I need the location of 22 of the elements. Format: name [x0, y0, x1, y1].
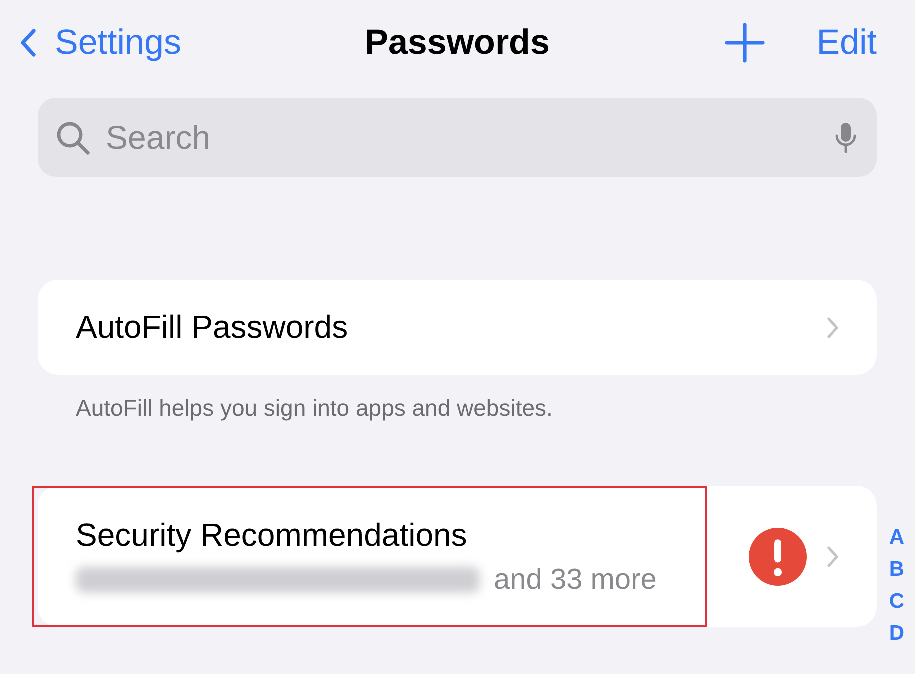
plus-icon: [724, 23, 765, 63]
page-title: Passwords: [365, 23, 550, 63]
search-icon: [56, 120, 90, 154]
back-button[interactable]: Settings: [20, 23, 182, 63]
microphone-icon: [835, 122, 857, 153]
row-title: AutoFill Passwords: [76, 309, 350, 346]
chevron-right-icon: [827, 546, 839, 568]
edit-button[interactable]: Edit: [816, 23, 877, 63]
chevron-left-icon: [20, 29, 37, 57]
list-row[interactable]: AutoFill Passwords: [38, 280, 877, 375]
add-button[interactable]: [724, 23, 765, 63]
search-field[interactable]: Search: [104, 118, 821, 158]
row-title: Security Recommendations: [76, 516, 468, 554]
index-letter[interactable]: C: [887, 586, 907, 618]
row-subtitle: and 33 more: [494, 564, 657, 596]
index-letter[interactable]: B: [887, 554, 907, 586]
section-footer: AutoFill helps you sign into apps and websites.: [76, 395, 877, 422]
index-letter[interactable]: A: [887, 522, 907, 554]
list-row[interactable]: Security Recommendations and 33 more: [38, 486, 877, 627]
index-letter[interactable]: D: [887, 618, 907, 650]
search-bar[interactable]: Search: [38, 98, 877, 177]
chevron-right-icon: [827, 316, 839, 338]
